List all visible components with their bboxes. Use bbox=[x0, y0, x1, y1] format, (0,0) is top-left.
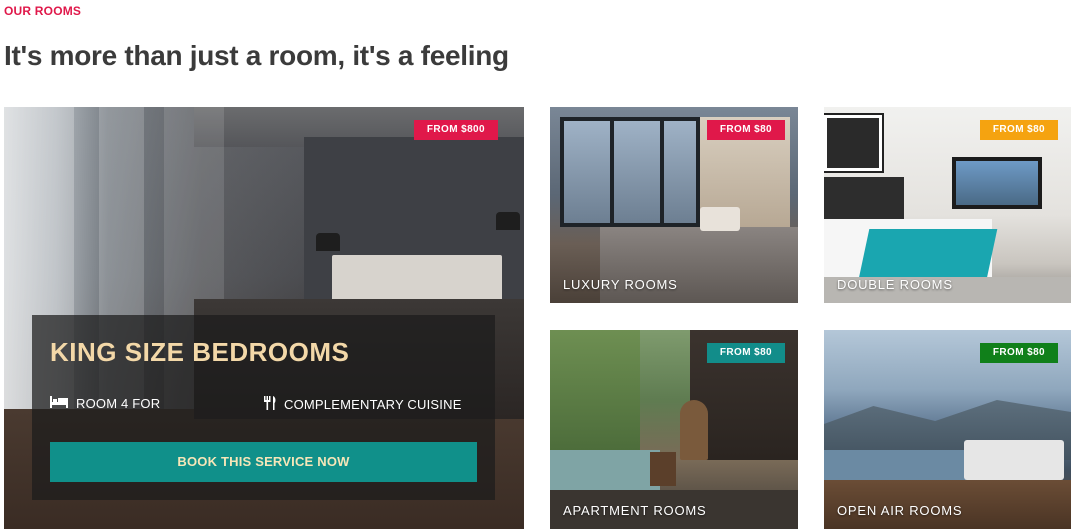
double-price-badge: FROM $80 bbox=[979, 120, 1058, 140]
double-room-label: DOUBLE ROOMS bbox=[837, 277, 953, 292]
openair-price-badge: FROM $80 bbox=[979, 343, 1058, 363]
room-cuisine: COMPLEMENTARY CUISINE bbox=[264, 396, 462, 413]
room-card-apartment[interactable]: FROM $80 APARTMENT ROOMS bbox=[550, 330, 798, 529]
utensils-icon bbox=[264, 396, 276, 413]
book-service-button[interactable]: BOOK THIS SERVICE NOW bbox=[50, 442, 477, 482]
apartment-room-label: APARTMENT ROOMS bbox=[563, 503, 707, 518]
room-capacity: ROOM 4 FOR bbox=[50, 396, 160, 411]
featured-room-title: KING SIZE BEDROOMS bbox=[50, 337, 350, 367]
featured-info-panel: KING SIZE BEDROOMS ROOM 4 FOR COMPLEMENT… bbox=[32, 315, 495, 500]
bed-icon bbox=[50, 396, 68, 411]
room-cuisine-label: COMPLEMENTARY CUISINE bbox=[284, 397, 462, 412]
section-headline: It's more than just a room, it's a feeli… bbox=[4, 40, 509, 71]
room-card-double[interactable]: FROM $80 DOUBLE ROOMS bbox=[824, 107, 1071, 303]
apartment-price-badge: FROM $80 bbox=[706, 343, 785, 363]
openair-room-label: OPEN AIR ROOMS bbox=[837, 503, 963, 518]
featured-price-badge: FROM $800 bbox=[413, 120, 498, 140]
luxury-price-badge: FROM $80 bbox=[706, 120, 785, 140]
section-eyebrow: OUR ROOMS bbox=[4, 4, 82, 18]
room-card-openair[interactable]: FROM $80 OPEN AIR ROOMS bbox=[824, 330, 1071, 529]
luxury-room-label: LUXURY ROOMS bbox=[563, 277, 678, 292]
featured-room-card[interactable]: FROM $800 KING SIZE BEDROOMS ROOM 4 FOR … bbox=[4, 107, 524, 529]
room-card-luxury[interactable]: FROM $80 LUXURY ROOMS bbox=[550, 107, 798, 303]
room-capacity-label: ROOM 4 FOR bbox=[76, 396, 161, 411]
